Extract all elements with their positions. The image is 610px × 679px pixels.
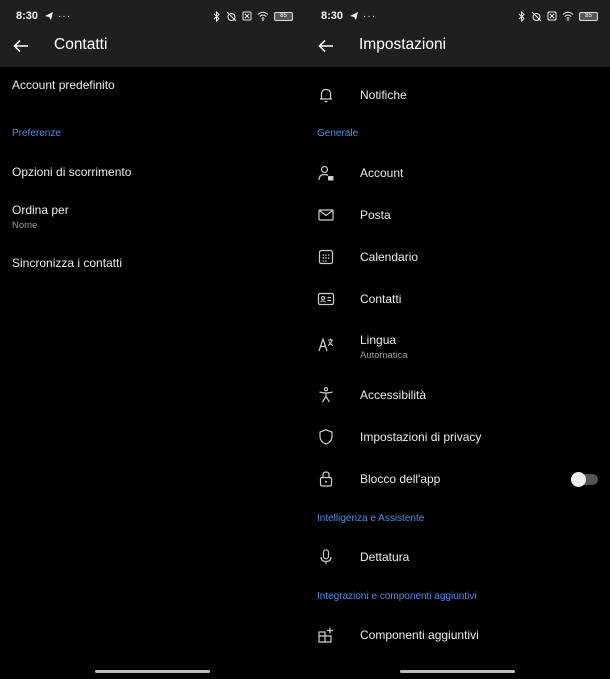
language-value: Automatica: [360, 350, 408, 361]
sort-by-value: Nome: [12, 220, 38, 231]
status-more: ···: [363, 10, 377, 22]
calendar-icon: [318, 249, 334, 265]
page-title: Contatti: [54, 36, 108, 53]
scroll-options-label: Opzioni di scorrimento: [12, 165, 132, 179]
addins-label: Componenti aggiuntivi: [360, 628, 479, 642]
language-label: Lingua: [360, 333, 397, 347]
contacts-settings-screen: 8:30 ··· 85 Contatti Account predefinito…: [0, 0, 305, 679]
dictation-label: Dettatura: [360, 550, 410, 564]
language-icon: [318, 337, 334, 352]
accessibility-icon: [319, 387, 333, 403]
top-bar: 8:30 ··· 85 Impostazioni: [305, 0, 610, 67]
calendar-item[interactable]: Calendario: [305, 247, 610, 267]
status-time: 8:30: [16, 10, 39, 22]
default-account-label: Account predefinito: [12, 78, 115, 92]
accessibility-item[interactable]: Accessibilità: [305, 385, 610, 405]
mail-icon: [318, 209, 334, 221]
app-lock-item[interactable]: Blocco dell'app: [305, 469, 610, 489]
account-label: Account: [360, 166, 404, 180]
accessibility-label: Accessibilità: [360, 388, 427, 402]
mail-label: Posta: [360, 208, 391, 222]
alarm-off-icon: [226, 11, 237, 21]
bell-icon: [320, 88, 332, 103]
mail-item[interactable]: Posta: [305, 205, 610, 225]
page-title: Impostazioni: [359, 36, 447, 53]
contact-card-icon: [317, 292, 335, 306]
app-header: Contatti: [0, 33, 305, 59]
addins-item[interactable]: Componenti aggiuntivi: [305, 625, 610, 645]
alarm-off-icon: [531, 11, 542, 21]
no-sim-icon: [547, 11, 557, 21]
account-item[interactable]: Account: [305, 163, 610, 183]
notifications-item[interactable]: Notifiche: [305, 85, 610, 105]
status-bar: 8:30 ··· 85: [16, 9, 293, 23]
scroll-options-item[interactable]: Opzioni di scorrimento: [0, 165, 305, 185]
wifi-icon: [257, 11, 269, 21]
privacy-label: Impostazioni di privacy: [360, 430, 482, 444]
contacts-item[interactable]: Contatti: [305, 289, 610, 309]
settings-screen: 8:30 ··· 85 Impostazioni Notifiche Gener…: [305, 0, 610, 679]
telegram-icon: [45, 12, 54, 20]
bluetooth-icon: [213, 10, 220, 22]
top-bar: 8:30 ··· 85 Contatti: [0, 0, 305, 67]
section-general: Generale: [317, 128, 359, 139]
app-header: Impostazioni: [305, 33, 610, 59]
microphone-icon: [320, 549, 332, 565]
status-icons: 85: [213, 10, 293, 22]
shield-icon: [319, 429, 333, 445]
section-ai-assistant: Intelligenza e Assistente: [317, 513, 425, 524]
arrow-left-icon[interactable]: [12, 37, 30, 55]
home-indicator[interactable]: [400, 670, 515, 673]
sync-contacts-label: Sincronizza i contatti: [12, 256, 123, 270]
calendar-label: Calendario: [360, 250, 419, 264]
language-item[interactable]: Lingua Automatica: [305, 333, 610, 365]
status-icons: 85: [518, 10, 598, 22]
toggle-knob: [571, 472, 586, 487]
status-time: 8:30: [321, 10, 344, 22]
privacy-item[interactable]: Impostazioni di privacy: [305, 427, 610, 447]
no-sim-icon: [242, 11, 252, 21]
default-account-item[interactable]: Account predefinito: [0, 78, 305, 98]
sort-by-label: Ordina per: [12, 203, 69, 217]
arrow-left-icon[interactable]: [317, 37, 335, 55]
bluetooth-icon: [518, 10, 525, 22]
sort-by-item[interactable]: Ordina per Nome: [0, 203, 305, 235]
lock-icon: [319, 471, 333, 487]
sync-contacts-item[interactable]: Sincronizza i contatti: [0, 256, 305, 276]
status-bar: 8:30 ··· 85: [321, 9, 598, 23]
battery-indicator: 85: [274, 11, 293, 21]
telegram-icon: [350, 12, 359, 20]
battery-indicator: 85: [579, 11, 598, 21]
notifications-label: Notifiche: [360, 88, 407, 102]
home-indicator[interactable]: [95, 670, 210, 673]
section-preferences: Preferenze: [12, 128, 61, 139]
app-lock-toggle[interactable]: [571, 472, 598, 487]
app-lock-label: Blocco dell'app: [360, 472, 441, 486]
account-icon: [318, 165, 334, 181]
wifi-icon: [562, 11, 574, 21]
dictation-item[interactable]: Dettatura: [305, 547, 610, 567]
contacts-label: Contatti: [360, 292, 402, 306]
section-integrations: Integrazioni e componenti aggiuntivi: [317, 591, 477, 602]
status-more: ···: [58, 10, 72, 22]
addins-icon: [318, 627, 333, 643]
